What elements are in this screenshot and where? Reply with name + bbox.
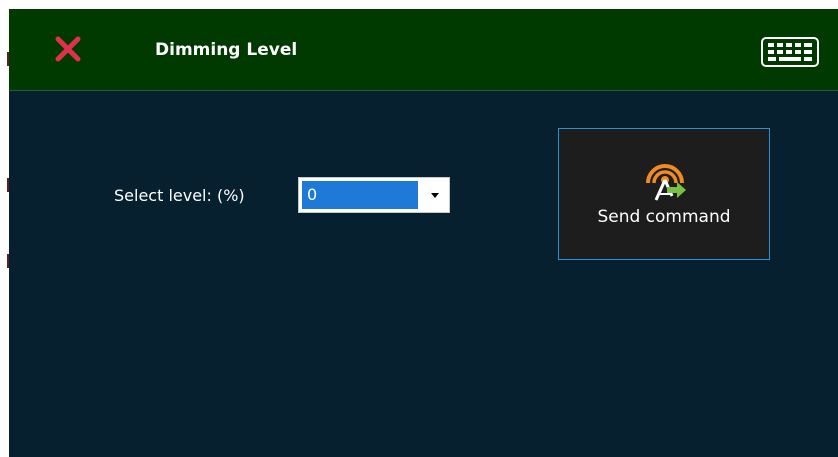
send-command-button[interactable]: Send command [558, 128, 770, 260]
window-left-edge [0, 0, 10, 457]
keyboard-icon [761, 37, 819, 67]
chevron-down-icon [431, 193, 439, 198]
level-select-value[interactable]: 0 [302, 181, 418, 209]
close-button[interactable] [53, 34, 83, 64]
dimming-level-panel: Dimming Level Select level: (%) 0 Send c… [9, 9, 838, 457]
level-label: Select level: (%) [114, 186, 245, 205]
keyboard-button[interactable] [761, 37, 819, 67]
level-select[interactable]: 0 [298, 177, 450, 213]
antenna-send-icon [646, 164, 686, 201]
panel-header: Dimming Level [9, 9, 838, 91]
send-command-label: Send command [597, 207, 731, 227]
close-icon [55, 36, 81, 62]
dropdown-button[interactable] [421, 178, 449, 212]
page-title: Dimming Level [155, 40, 298, 60]
